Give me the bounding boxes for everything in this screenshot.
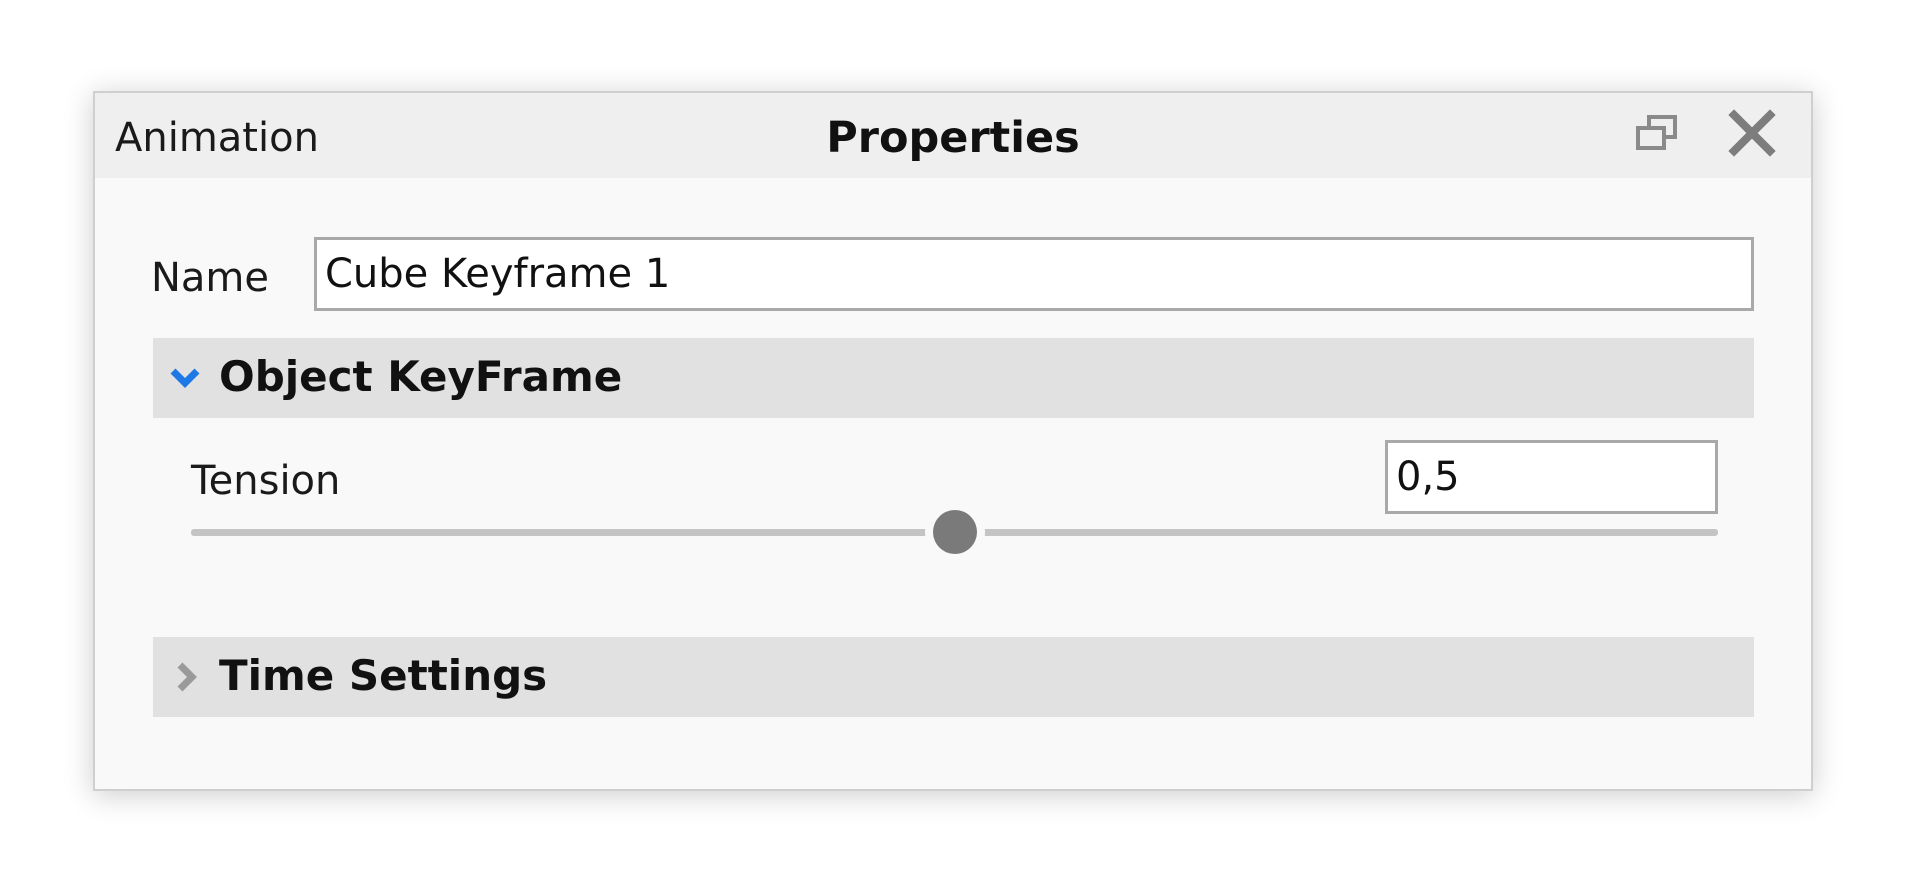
close-icon <box>1728 109 1776 157</box>
section-label-object-keyframe: Object KeyFrame <box>219 352 623 401</box>
chevron-right-icon <box>167 659 203 695</box>
section-header-time-settings[interactable]: Time Settings <box>153 637 1754 717</box>
panel-titlebar: Animation Properties <box>95 93 1811 178</box>
restore-window-icon <box>1636 115 1677 150</box>
chevron-down-icon <box>167 360 203 396</box>
restore-button[interactable] <box>1626 107 1686 163</box>
tension-label: Tension <box>191 458 341 504</box>
tension-slider[interactable] <box>191 507 1718 557</box>
name-input[interactable] <box>314 237 1754 311</box>
name-label: Name <box>151 255 270 301</box>
panel-title: Properties <box>826 113 1080 163</box>
animation-tab-label[interactable]: Animation <box>115 115 319 161</box>
tension-value-input[interactable] <box>1385 440 1718 514</box>
section-header-object-keyframe[interactable]: Object KeyFrame <box>153 338 1754 418</box>
properties-panel: Animation Properties Name Object KeyFram… <box>93 91 1813 791</box>
close-button[interactable] <box>1722 107 1782 163</box>
section-label-time-settings: Time Settings <box>219 651 548 700</box>
slider-handle[interactable] <box>932 510 977 554</box>
